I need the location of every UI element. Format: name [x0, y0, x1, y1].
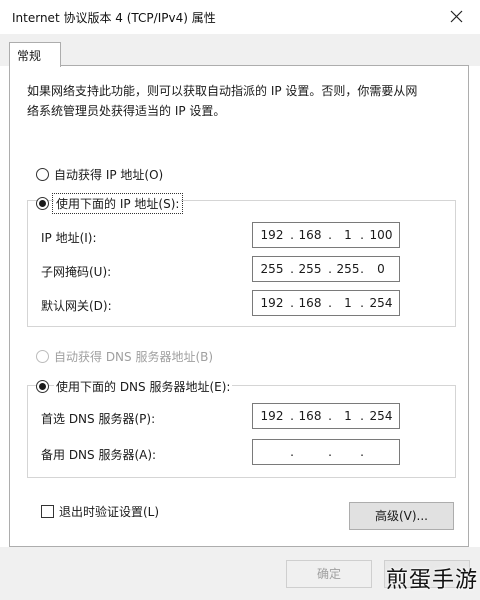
default-gateway-label: 默认网关(D): — [41, 299, 112, 313]
window-title: Internet 协议版本 4 (TCP/IPv4) 属性 — [12, 11, 216, 25]
ip-octet-2: 168 — [298, 296, 322, 310]
ip-dot: . — [360, 409, 364, 423]
subnet-mask-input[interactable]: 255 . 255 . 255 . 0 — [252, 256, 400, 282]
ip-octet-1: 192 — [260, 409, 284, 423]
ip-dot: . — [290, 445, 294, 459]
ip-octet-1: 192 — [260, 296, 284, 310]
ip-octet-1: 192 — [260, 228, 284, 242]
tab-strip: 常规 — [0, 34, 480, 67]
alternate-dns-label: 备用 DNS 服务器(A): — [41, 448, 157, 462]
ip-octet-1: 255 — [260, 262, 284, 276]
ip-octet-4: 254 — [369, 409, 393, 423]
subnet-mask-label: 子网掩码(U): — [41, 265, 112, 279]
preferred-dns-input[interactable]: 192 . 168 . 1 . 254 — [252, 403, 400, 429]
manual-ip-label: 使用下面的 IP 地址(S): — [51, 193, 184, 214]
close-icon — [450, 10, 463, 23]
ip-dot: . — [360, 445, 364, 459]
tab-general[interactable]: 常规 — [9, 42, 61, 67]
auto-dns-radio[interactable] — [36, 350, 49, 363]
description-line-2: 络系统管理员处获得适当的 IP 设置。 — [27, 104, 226, 118]
auto-ip-label: 自动获得 IP 地址(O) — [54, 168, 164, 182]
tab-general-label: 常规 — [17, 49, 42, 63]
manual-ip-radio[interactable] — [36, 197, 49, 210]
default-gateway-input[interactable]: 192 . 168 . 1 . 254 — [252, 290, 400, 316]
ip-dot: . — [360, 262, 364, 276]
description-line-1: 如果网络支持此功能，则可以获取自动指派的 IP 设置。否则，你需要从网 — [27, 84, 418, 98]
watermark-text: 煎蛋手游 — [385, 568, 478, 593]
alternate-dns-input[interactable]: . . . — [252, 439, 400, 465]
ip-address-input[interactable]: 192 . 168 . 1 . 100 — [252, 222, 400, 248]
validate-on-exit-checkbox[interactable] — [41, 505, 54, 518]
preferred-dns-label: 首选 DNS 服务器(P): — [41, 412, 156, 426]
ip-octet-4: 0 — [377, 262, 385, 276]
ip-octet-2: 168 — [298, 409, 322, 423]
ip-octet-4: 254 — [369, 296, 393, 310]
general-panel: 如果网络支持此功能，则可以获取自动指派的 IP 设置。否则，你需要从网 络系统管… — [9, 65, 469, 547]
ip-address-label: IP 地址(I): — [41, 231, 97, 245]
manual-dns-label: 使用下面的 DNS 服务器地址(E): — [54, 378, 233, 395]
description-text: 如果网络支持此功能，则可以获取自动指派的 IP 设置。否则，你需要从网 络系统管… — [27, 81, 447, 121]
auto-ip-radio[interactable] — [36, 168, 49, 181]
ip-dot: . — [360, 296, 364, 310]
ip-octet-4: 100 — [369, 228, 393, 242]
manual-dns-radio[interactable] — [36, 380, 49, 393]
title-bar: Internet 协议版本 4 (TCP/IPv4) 属性 — [0, 0, 480, 34]
close-button[interactable] — [434, 0, 480, 34]
auto-dns-label: 自动获得 DNS 服务器地址(B) — [54, 350, 214, 364]
ip-octet-2: 168 — [298, 228, 322, 242]
ip-dot: . — [328, 445, 332, 459]
advanced-button[interactable]: 高级(V)... — [349, 502, 454, 530]
validate-on-exit-label: 退出时验证设置(L) — [59, 505, 160, 519]
ip-octet-2: 255 — [298, 262, 322, 276]
ip-dot: . — [360, 228, 364, 242]
ok-button[interactable]: 确定 — [286, 560, 372, 588]
